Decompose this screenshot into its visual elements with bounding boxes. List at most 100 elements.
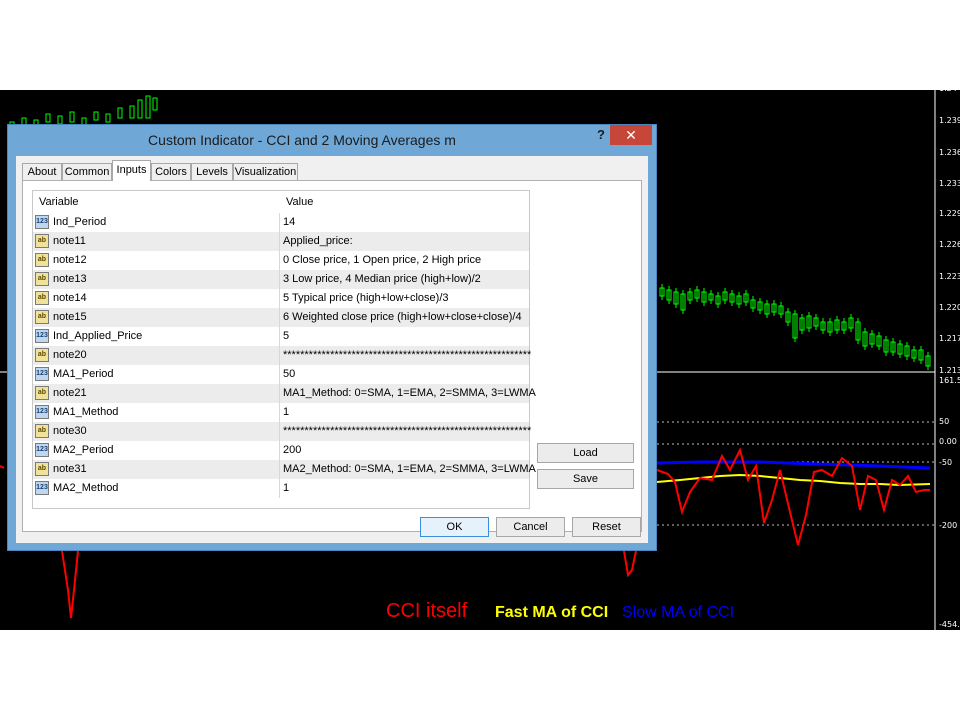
- candle: [105, 113, 111, 123]
- table-row[interactable]: ab note31 MA2_Method: 0=SMA, 1=EMA, 2=SMMA…: [33, 460, 536, 479]
- variable-value[interactable]: 1: [283, 403, 289, 422]
- variable-value[interactable]: 50: [283, 365, 295, 384]
- table-row[interactable]: ab note11 Applied_price:: [33, 232, 529, 251]
- price-axis-label: 1.217: [939, 334, 960, 343]
- string-type-icon: ab: [35, 291, 49, 305]
- variable-name: Ind_Period: [53, 216, 107, 228]
- caption-slow-ma: Slow MA of CCI: [622, 604, 735, 621]
- table-row[interactable]: ab note20 ********************************…: [33, 346, 531, 365]
- slow-ma-line: [656, 460, 931, 470]
- price-axis-label: 1.220: [939, 303, 960, 312]
- cci-line: [61, 550, 79, 619]
- string-type-icon: ab: [35, 234, 49, 248]
- column-divider: [279, 479, 280, 498]
- string-type-icon: ab: [35, 272, 49, 286]
- variable-name: note31: [53, 463, 87, 475]
- variable-name: note20: [53, 349, 87, 361]
- price-axis-label: 1.24: [939, 84, 957, 93]
- candle: [57, 115, 63, 125]
- variable-name: note11: [53, 235, 86, 247]
- tab-common[interactable]: Common: [62, 163, 112, 180]
- table-row[interactable]: 123 Ind_Applied_Price 5: [33, 327, 529, 346]
- variable-value[interactable]: 6 Weighted close price (high+low+close+c…: [283, 308, 522, 327]
- table-row[interactable]: 123 Ind_Period 14: [33, 213, 529, 232]
- candle: [45, 113, 51, 123]
- tab-inputs[interactable]: Inputs: [112, 160, 151, 181]
- variable-value[interactable]: 14: [283, 213, 295, 232]
- load-button[interactable]: Load: [537, 443, 634, 463]
- variable-value[interactable]: Applied_price:: [283, 232, 353, 251]
- variable-value[interactable]: ****************************************…: [283, 422, 531, 441]
- variable-name: MA2_Method: [53, 482, 119, 494]
- string-type-icon: ab: [35, 462, 49, 476]
- ok-button[interactable]: OK: [420, 517, 489, 537]
- table-row[interactable]: ab note13 3 Low price, 4 Median price (hig…: [33, 270, 529, 289]
- indicator-axis-label: 161.5: [939, 376, 960, 385]
- candle: [69, 111, 75, 123]
- table-row[interactable]: 123 MA1_Method 1: [33, 403, 529, 422]
- table-row[interactable]: 123 MA1_Period 50: [33, 365, 529, 384]
- variable-name: note13: [53, 273, 87, 285]
- variable-value[interactable]: 3 Low price, 4 Median price (high+low)/2: [283, 270, 481, 289]
- column-divider: [279, 251, 280, 270]
- variable-value[interactable]: MA1_Method: 0=SMA, 1=EMA, 2=SMMA, 3=LWMA: [283, 384, 536, 403]
- integer-type-icon: 123: [35, 367, 49, 381]
- variable-value[interactable]: 5 Typical price (high+low+close)/3: [283, 289, 449, 308]
- integer-type-icon: 123: [35, 443, 49, 457]
- candle: [93, 111, 99, 121]
- tab-levels[interactable]: Levels: [191, 163, 233, 180]
- table-row[interactable]: 123 MA2_Method 1: [33, 479, 529, 498]
- variable-value[interactable]: 5: [283, 327, 289, 346]
- cci-line: [623, 550, 637, 578]
- indicator-axis-label: 0.00: [939, 437, 957, 446]
- price-axis-label: 1.236: [939, 148, 960, 157]
- price-axis-label: 1.233: [939, 179, 960, 188]
- column-divider: [279, 441, 280, 460]
- column-divider: [279, 213, 280, 232]
- string-type-icon: ab: [35, 310, 49, 324]
- table-row[interactable]: ab note14 5 Typical price (high+low+close)…: [33, 289, 529, 308]
- string-type-icon: ab: [35, 424, 49, 438]
- candle: [117, 107, 123, 119]
- help-button[interactable]: ?: [593, 127, 609, 145]
- column-divider: [279, 289, 280, 308]
- variable-value[interactable]: ****************************************…: [283, 346, 531, 365]
- caption-cci: CCI itself: [386, 600, 468, 622]
- title-bar[interactable]: Custom Indicator - CCI and 2 Moving Aver…: [8, 125, 656, 155]
- tab-about[interactable]: About: [22, 163, 62, 180]
- variable-value[interactable]: MA2_Method: 0=SMA, 1=EMA, 2=SMMA, 3=LWMA: [283, 460, 536, 479]
- tab-colors[interactable]: Colors: [151, 163, 191, 180]
- table-row[interactable]: 123 MA2_Period 200: [33, 441, 529, 460]
- table-row[interactable]: ab note12 0 Close price, 1 Open price, 2 H…: [33, 251, 529, 270]
- candle: [145, 95, 151, 119]
- tab-visualization[interactable]: Visualization: [233, 163, 298, 180]
- variable-value[interactable]: 1: [283, 479, 289, 498]
- close-icon: ✕: [625, 127, 637, 143]
- variable-value[interactable]: 200: [283, 441, 301, 460]
- variable-name: note30: [53, 425, 87, 437]
- column-divider: [279, 403, 280, 422]
- column-divider: [279, 422, 280, 441]
- close-button[interactable]: ✕: [610, 125, 652, 145]
- price-axis-label: 1.223: [939, 272, 960, 281]
- inputs-panel: Variable Value 123 Ind_Period 14 ab note11 Ap…: [22, 180, 642, 532]
- variable-value[interactable]: 0 Close price, 1 Open price, 2 High pric…: [283, 251, 481, 270]
- column-header-value[interactable]: Value: [286, 191, 313, 213]
- price-axis-label: 1.226: [939, 240, 960, 249]
- string-type-icon: ab: [35, 348, 49, 362]
- cancel-button[interactable]: Cancel: [496, 517, 565, 537]
- dialog-title: Custom Indicator - CCI and 2 Moving Aver…: [148, 132, 456, 148]
- reset-button[interactable]: Reset: [572, 517, 641, 537]
- column-divider: [279, 384, 280, 403]
- caption-fast-ma: Fast MA of CCI: [495, 604, 609, 621]
- integer-type-icon: 123: [35, 329, 49, 343]
- column-header-variable[interactable]: Variable: [39, 191, 79, 213]
- inputs-table[interactable]: Variable Value 123 Ind_Period 14 ab note11 Ap…: [32, 190, 536, 509]
- table-row[interactable]: ab note30 ********************************…: [33, 422, 531, 441]
- table-row[interactable]: ab note15 6 Weighted close price (high+low…: [33, 308, 529, 327]
- string-type-icon: ab: [35, 253, 49, 267]
- column-divider: [279, 308, 280, 327]
- table-row[interactable]: ab note21 MA1_Method: 0=SMA, 1=EMA, 2=SMMA…: [33, 384, 536, 403]
- variable-name: note21: [53, 387, 87, 399]
- save-button[interactable]: Save: [537, 469, 634, 489]
